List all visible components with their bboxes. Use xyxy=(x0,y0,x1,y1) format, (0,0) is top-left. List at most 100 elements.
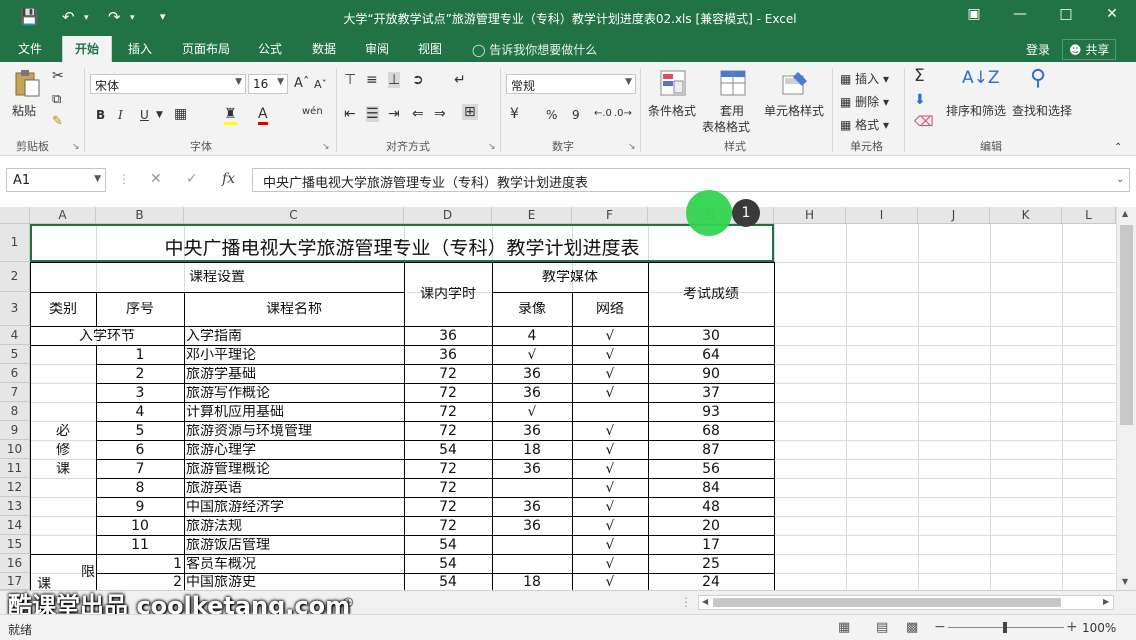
fill-icon[interactable]: ⬇ xyxy=(914,92,926,108)
decrease-indent-icon[interactable]: ⇐ xyxy=(412,106,424,122)
cell-score[interactable]: 48 xyxy=(648,500,774,514)
cell-video[interactable]: 4 xyxy=(492,329,572,343)
page-layout-view-icon[interactable]: ▤ xyxy=(876,620,888,635)
cell-network[interactable]: √ xyxy=(572,519,648,533)
cell-score[interactable]: 24 xyxy=(648,575,774,589)
number-format-select[interactable]: 常规 ▼ xyxy=(506,74,636,94)
undo-icon[interactable]: ↶ xyxy=(62,8,75,26)
italic-button[interactable]: I xyxy=(118,108,123,122)
insert-function-button[interactable]: fx xyxy=(222,171,235,187)
cell-course-name[interactable]: 计算机应用基础 xyxy=(184,405,404,419)
cell-network[interactable]: √ xyxy=(572,348,648,362)
comma-button[interactable]: 9 xyxy=(572,108,580,122)
cell-course-name[interactable]: 邓小平理论 xyxy=(184,348,404,362)
fill-color-icon[interactable]: ♜ xyxy=(224,106,237,125)
cell-network[interactable]: √ xyxy=(572,575,648,589)
cell-course-name[interactable]: 旅游英语 xyxy=(184,481,404,495)
close-icon[interactable]: ✕ xyxy=(1096,6,1128,28)
cut-icon[interactable]: ✂ xyxy=(52,68,64,84)
paste-icon[interactable] xyxy=(12,68,42,98)
cell-score[interactable]: 87 xyxy=(648,443,774,457)
find-select-icon[interactable]: ⚲ xyxy=(1030,66,1046,91)
vertical-scrollbar[interactable]: ▲ ▼ xyxy=(1116,207,1136,590)
tab-data[interactable]: 数据 xyxy=(312,40,336,57)
tab-view[interactable]: 视图 xyxy=(418,40,442,57)
row-header-7[interactable]: 7 xyxy=(0,383,30,402)
align-top-icon[interactable]: ⊤ xyxy=(344,72,356,88)
cell-number[interactable]: 1 xyxy=(96,348,184,362)
format-painter-icon[interactable]: ✎ xyxy=(52,114,63,129)
cell-hours[interactable]: 54 xyxy=(404,557,492,571)
cell-score[interactable]: 93 xyxy=(648,405,774,419)
merge-center-icon[interactable]: ⊞ xyxy=(462,104,478,120)
cell-network[interactable]: √ xyxy=(572,386,648,400)
tab-review[interactable]: 审阅 xyxy=(365,40,389,57)
normal-view-icon[interactable]: ▦ xyxy=(838,620,850,635)
delete-cells-button[interactable]: ▦ 删除 ▾ xyxy=(840,93,889,110)
cell-video[interactable]: √ xyxy=(492,348,572,362)
zoom-in-icon[interactable]: + xyxy=(1066,619,1078,635)
redo-dropdown-icon[interactable]: ▾ xyxy=(130,13,135,23)
sort-filter-label[interactable]: 排序和筛选 xyxy=(946,102,1006,119)
font-launcher-icon[interactable]: ↘ xyxy=(322,142,330,152)
header-teaching-media[interactable]: 教学媒体 xyxy=(492,270,648,284)
page-break-view-icon[interactable]: ▩ xyxy=(906,620,918,635)
cell-hours[interactable]: 72 xyxy=(404,500,492,514)
tab-home[interactable]: 开始 xyxy=(62,36,113,62)
column-header-i[interactable]: I xyxy=(846,207,918,224)
expand-formula-icon[interactable]: ⌄ xyxy=(1116,174,1124,185)
increase-decimal-icon[interactable]: ←.0 xyxy=(594,108,612,119)
cell-network[interactable]: √ xyxy=(572,424,648,438)
row-header-4[interactable]: 4 xyxy=(0,326,30,345)
zoom-out-icon[interactable]: − xyxy=(934,619,946,635)
cell-network[interactable]: √ xyxy=(572,329,648,343)
cell-course-name[interactable]: 旅游资源与环境管理 xyxy=(184,424,404,438)
horizontal-scrollbar[interactable]: ◀ ▶ xyxy=(698,595,1114,610)
align-right-icon[interactable]: ⇥ xyxy=(388,106,400,122)
column-header-b[interactable]: B xyxy=(96,207,184,224)
cell-hours[interactable]: 72 xyxy=(404,405,492,419)
cell-hours[interactable]: 36 xyxy=(404,329,492,343)
cell-video[interactable]: 36 xyxy=(492,386,572,400)
cell-course-name[interactable]: 中国旅游经济学 xyxy=(184,500,404,514)
column-header-e[interactable]: E xyxy=(492,207,572,224)
cell-styles-icon[interactable] xyxy=(780,68,810,98)
row-header-8[interactable]: 8 xyxy=(0,402,30,421)
wrap-text-icon[interactable]: ↵ xyxy=(454,72,466,88)
share-button[interactable]: ☻ 共享 xyxy=(1062,39,1117,60)
formula-input[interactable]: 中央广播电视大学旅游管理专业（专科）教学计划进度表 xyxy=(252,168,1130,192)
save-icon[interactable]: 💾 xyxy=(20,8,39,26)
cell-hours[interactable]: 72 xyxy=(404,424,492,438)
cell-video[interactable]: 18 xyxy=(492,575,572,589)
cell-number[interactable]: 5 xyxy=(96,424,184,438)
cell-number[interactable]: 9 xyxy=(96,500,184,514)
align-bottom-icon[interactable]: ⊥ xyxy=(388,72,401,88)
cell-course-name[interactable]: 旅游心理学 xyxy=(184,443,404,457)
cell-course-name[interactable]: 客员车概况 xyxy=(184,557,404,571)
clipboard-launcher-icon[interactable]: ↘ xyxy=(72,142,80,152)
cell-hours[interactable]: 54 xyxy=(404,443,492,457)
row-header-3[interactable]: 3 xyxy=(0,292,30,326)
tab-insert[interactable]: 插入 xyxy=(128,40,152,57)
cell-hours[interactable]: 54 xyxy=(404,575,492,589)
cell-video[interactable]: 36 xyxy=(492,500,572,514)
cell-course-name[interactable]: 旅游法规 xyxy=(184,519,404,533)
font-color-icon[interactable]: A xyxy=(258,106,268,125)
align-center-icon[interactable]: ☰ xyxy=(366,106,379,122)
header-video[interactable]: 录像 xyxy=(492,302,572,316)
cell-score[interactable]: 56 xyxy=(648,462,774,476)
cell-score[interactable]: 68 xyxy=(648,424,774,438)
cell-video[interactable]: 36 xyxy=(492,519,572,533)
column-header-a[interactable]: A xyxy=(30,207,96,224)
cell-number[interactable]: 1 xyxy=(96,557,184,571)
row-header-2[interactable]: 2 xyxy=(0,262,30,292)
cell-number[interactable]: 8 xyxy=(96,481,184,495)
row-header-6[interactable]: 6 xyxy=(0,364,30,383)
cell-video[interactable]: 36 xyxy=(492,424,572,438)
cell-course-name[interactable]: 旅游写作概论 xyxy=(184,386,404,400)
decrease-decimal-icon[interactable]: .0→ xyxy=(614,108,632,119)
cell-hours[interactable]: 72 xyxy=(404,462,492,476)
bold-button[interactable]: B xyxy=(96,108,105,122)
align-middle-icon[interactable]: ≡ xyxy=(366,72,378,88)
column-header-h[interactable]: H xyxy=(774,207,846,224)
